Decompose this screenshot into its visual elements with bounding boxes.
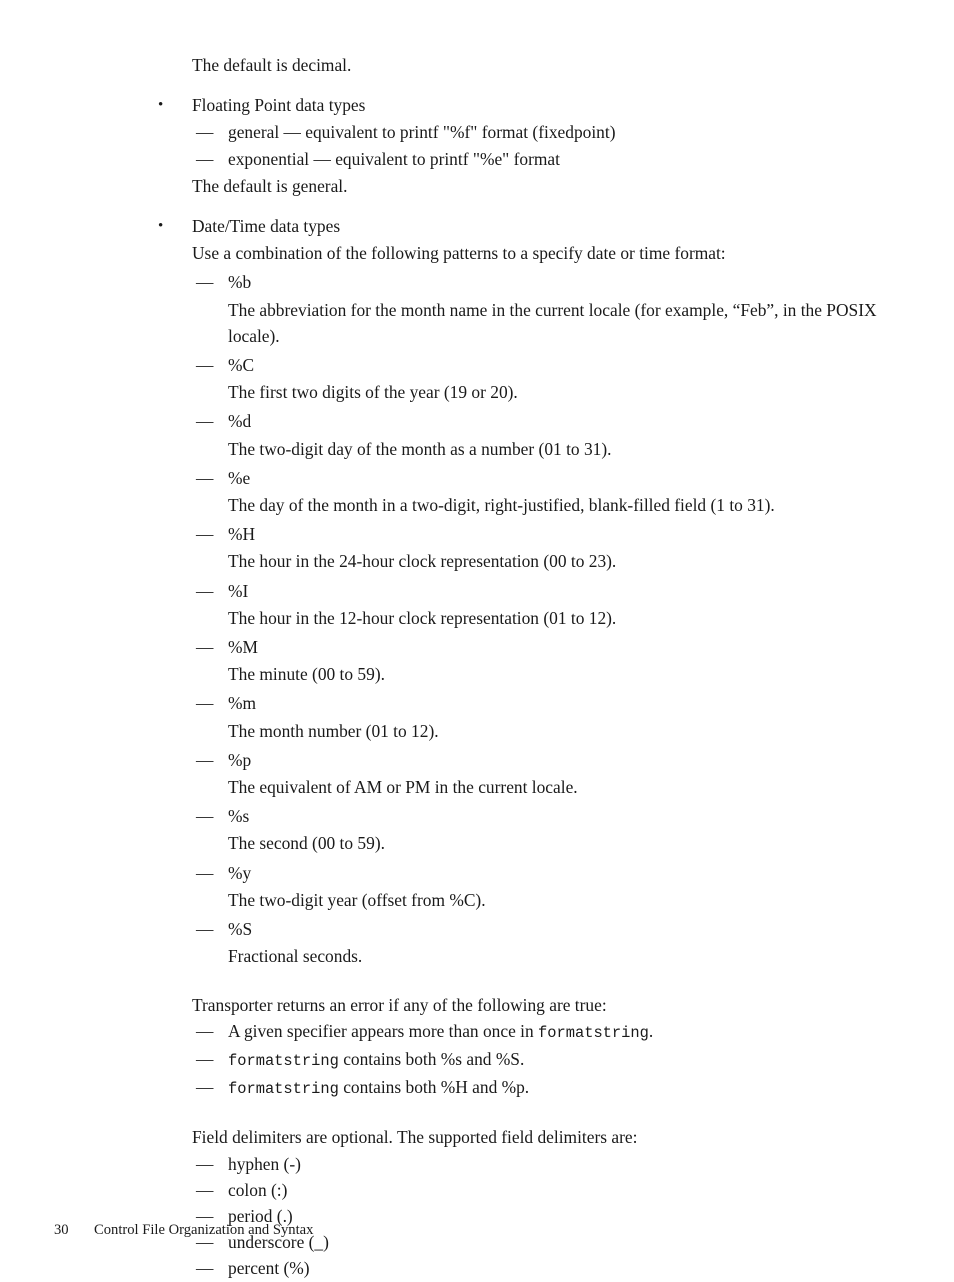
delimiter-label: colon (:) bbox=[228, 1179, 288, 1200]
dash-marker-icon: — bbox=[196, 1258, 214, 1279]
section-heading-floating-point: Floating Point data types bbox=[192, 95, 366, 116]
specifier-code: %H bbox=[228, 524, 256, 545]
dash-marker-icon: — bbox=[196, 272, 214, 293]
document-page: The default is decimal. • Floating Point… bbox=[0, 0, 954, 1278]
specifier-description: The first two digits of the year (19 or … bbox=[228, 382, 518, 403]
dash-marker-icon: — bbox=[196, 1153, 214, 1174]
specifier-item: — %b bbox=[196, 269, 880, 295]
list-item-label: general — equivalent to printf "%f" form… bbox=[228, 122, 616, 143]
bullet-marker-icon: • bbox=[158, 218, 164, 235]
dash-marker-icon: — bbox=[196, 524, 214, 545]
bullet-item-date-time: • Date/Time data types bbox=[158, 213, 880, 239]
specifier-code: %s bbox=[228, 806, 250, 827]
error-condition-item: — formatstring contains both %H and %p. bbox=[196, 1074, 880, 1102]
specifier-description: The second (00 to 59). bbox=[228, 833, 385, 854]
dash-marker-icon: — bbox=[196, 919, 214, 940]
dash-marker-icon: — bbox=[196, 1020, 214, 1041]
dash-marker-icon: — bbox=[196, 693, 214, 714]
specifier-item: — %H bbox=[196, 521, 880, 547]
section-heading-date-time: Date/Time data types bbox=[192, 216, 341, 237]
specifier-code: %M bbox=[228, 637, 258, 658]
dash-marker-icon: — bbox=[196, 411, 214, 432]
specifier-item: — %d bbox=[196, 408, 880, 434]
delimiter-label: hyphen (-) bbox=[228, 1153, 301, 1174]
error-condition-item: — formatstring contains both %s and %S. bbox=[196, 1046, 880, 1074]
specifier-item: — %I bbox=[196, 578, 880, 604]
dash-marker-icon: — bbox=[196, 749, 214, 770]
dash-marker-icon: — bbox=[196, 1077, 214, 1098]
footer-page-number: 30 bbox=[54, 1222, 69, 1238]
dash-marker-icon: — bbox=[196, 355, 214, 376]
intro-line: The default is decimal. bbox=[192, 55, 352, 75]
specifier-description: The abbreviation for the month name in t… bbox=[228, 299, 877, 346]
error-condition-code: formatstring bbox=[538, 1023, 649, 1042]
error-condition-prefix: A given specifier appears more than once… bbox=[228, 1020, 539, 1041]
specifier-item: — %e bbox=[196, 465, 880, 491]
specifier-description: The two-digit day of the month as a numb… bbox=[228, 438, 612, 459]
dash-marker-icon: — bbox=[196, 637, 214, 658]
specifier-description: The equivalent of AM or PM in the curren… bbox=[228, 777, 578, 798]
specifier-description: The hour in the 12-hour clock representa… bbox=[228, 607, 617, 628]
specifier-description: The two-digit year (offset from %C). bbox=[228, 889, 486, 910]
dash-marker-icon: — bbox=[196, 122, 214, 143]
list-item-label: exponential — equivalent to printf "%e" … bbox=[228, 148, 560, 169]
specifier-description: The minute (00 to 59). bbox=[228, 664, 385, 685]
dash-marker-icon: — bbox=[196, 1179, 214, 1200]
error-condition-item: — A given specifier appears more than on… bbox=[196, 1018, 880, 1046]
specifier-code: %I bbox=[228, 580, 249, 601]
specifier-code: %y bbox=[228, 862, 252, 883]
specifier-code: %d bbox=[228, 411, 252, 432]
dash-marker-icon: — bbox=[196, 467, 214, 488]
specifier-item: — %S bbox=[196, 916, 880, 942]
specifier-code: %S bbox=[228, 919, 253, 940]
error-condition-code: formatstring bbox=[228, 1080, 339, 1099]
delimiter-label: percent (%) bbox=[228, 1258, 310, 1279]
delimiter-item: — underscore (_) bbox=[196, 1229, 880, 1255]
list-item-exponential: — exponential — equivalent to printf "%e… bbox=[196, 146, 880, 172]
error-condition-code: formatstring bbox=[228, 1051, 339, 1070]
dash-marker-icon: — bbox=[196, 806, 214, 827]
specifier-code: %b bbox=[228, 272, 252, 293]
specifier-item: — %m bbox=[196, 690, 880, 716]
specifier-item: — %M bbox=[196, 634, 880, 660]
specifier-description: Fractional seconds. bbox=[228, 946, 363, 967]
error-section-lead-in: Transporter returns an error if any of t… bbox=[192, 994, 607, 1015]
list-item-general: — general — equivalent to printf "%f" fo… bbox=[196, 119, 880, 145]
specifier-item: — %p bbox=[196, 747, 880, 773]
bullet-item-floating-point: • Floating Point data types bbox=[158, 92, 880, 118]
delimiter-item: — period (.) bbox=[196, 1203, 880, 1229]
specifier-description: The month number (01 to 12). bbox=[228, 720, 439, 741]
delimiter-item: — colon (:) bbox=[196, 1177, 880, 1203]
delimiters-section-lead-in: Field delimiters are optional. The suppo… bbox=[192, 1127, 638, 1148]
dash-marker-icon: — bbox=[196, 580, 214, 601]
delimiter-item: — hyphen (-) bbox=[196, 1151, 880, 1177]
page-content: The default is decimal. • Floating Point… bbox=[0, 52, 954, 1282]
error-condition-suffix: contains both %H and %p. bbox=[338, 1077, 530, 1098]
specifier-code: %p bbox=[228, 749, 252, 770]
specifier-item: — %y bbox=[196, 860, 880, 886]
dash-marker-icon: — bbox=[196, 148, 214, 169]
dash-marker-icon: — bbox=[196, 1048, 214, 1069]
footer-chapter-title: Control File Organization and Syntax bbox=[94, 1222, 314, 1238]
specifier-code: %e bbox=[228, 467, 251, 488]
date-time-lead-in: Use a combination of the following patte… bbox=[192, 243, 726, 264]
bullet-marker-icon: • bbox=[158, 97, 164, 114]
delimiter-item: — percent (%) bbox=[196, 1255, 880, 1281]
note-default-general: The default is general. bbox=[192, 175, 348, 196]
specifier-item: — %C bbox=[196, 352, 880, 378]
error-condition-suffix: contains both %s and %S. bbox=[338, 1048, 525, 1069]
specifier-description: The hour in the 24-hour clock representa… bbox=[228, 551, 617, 572]
specifier-code: %C bbox=[228, 355, 255, 376]
dash-marker-icon: — bbox=[196, 862, 214, 883]
specifier-item: — %s bbox=[196, 803, 880, 829]
error-condition-suffix: . bbox=[648, 1020, 654, 1041]
specifier-code: %m bbox=[228, 693, 257, 714]
specifier-description: The day of the month in a two-digit, rig… bbox=[228, 495, 775, 516]
